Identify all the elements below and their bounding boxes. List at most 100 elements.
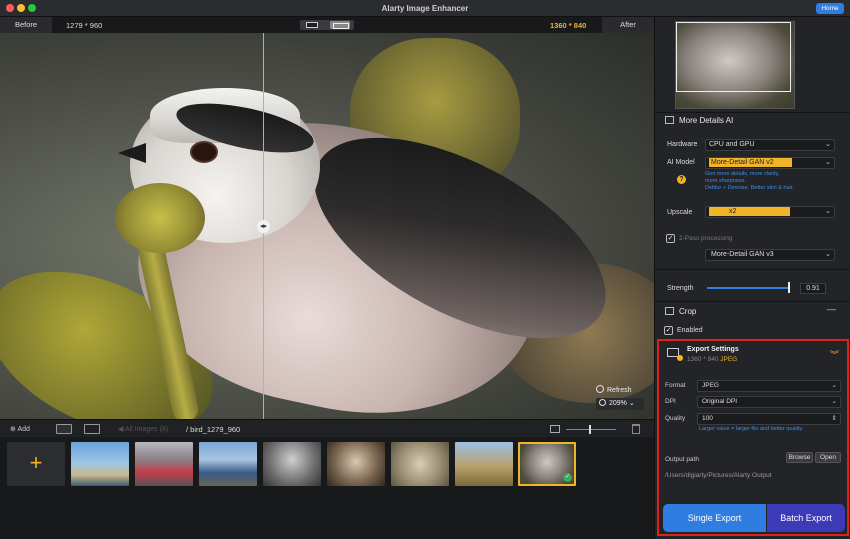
collapse-chevron-icon[interactable]: ︾ xyxy=(830,348,839,361)
single-view-icon[interactable] xyxy=(306,22,318,28)
open-button[interactable]: Open xyxy=(815,452,841,463)
output-path-label: Output path xyxy=(665,456,699,463)
two-pass-model-value: More-Detail GAN v3 xyxy=(711,251,774,258)
grid-view-icon[interactable] xyxy=(56,424,72,434)
quality-hint: Larger value = larger file and better qu… xyxy=(699,426,804,432)
title-bar: Alarty Image Enhancer Home xyxy=(0,0,850,17)
chevron-down-icon: ⌄ xyxy=(825,141,831,148)
chevron-down-icon: ⌄ xyxy=(825,159,831,166)
thumbnail-strip: + ✓ xyxy=(0,437,654,539)
image-canvas[interactable]: ◂▸ Refresh 209% ⌄ xyxy=(0,33,654,419)
collapse-crop-button[interactable]: — xyxy=(827,304,836,314)
thumbnail-bird[interactable]: ✓ xyxy=(518,442,576,486)
two-pass-checkbox[interactable]: ✓ xyxy=(666,234,675,243)
crop-enabled-checkbox[interactable]: ✓ xyxy=(664,326,673,335)
bottom-toolbar: ⊕ Add ◀ All Images (8) / bird_1279_960 xyxy=(0,419,654,437)
batch-export-button[interactable]: Batch Export xyxy=(767,504,845,532)
divider xyxy=(655,112,850,113)
upscale-select[interactable]: x2 ⌄ xyxy=(705,206,835,218)
ai-model-label: AI Model xyxy=(667,159,695,166)
add-image-button[interactable]: + xyxy=(7,442,65,486)
refresh-label: Refresh xyxy=(607,387,632,394)
quality-value: 100 xyxy=(702,415,713,422)
chevron-down-icon: ⌄ xyxy=(825,208,831,215)
export-format-badge: JPEG xyxy=(720,356,738,363)
thumbnail-vintage-portrait[interactable] xyxy=(327,442,385,486)
chevron-down-icon: ⌄ xyxy=(831,398,837,405)
settings-panel: More Details AI Hardware CPU and GPU ⌄ AI… xyxy=(654,17,850,539)
refresh-button[interactable]: Refresh xyxy=(596,385,632,396)
lichen-clump xyxy=(115,183,205,253)
dpi-label: DPI xyxy=(665,398,676,405)
strength-slider[interactable] xyxy=(707,287,789,289)
breadcrumb: / bird_1279_960 xyxy=(186,425,241,434)
hardware-label: Hardware xyxy=(667,141,698,148)
export-summary: 1360 * 840 JPEG xyxy=(687,356,737,363)
export-settings-section: Export Settings 1360 * 840 JPEG ︾ Format… xyxy=(657,339,849,536)
thumbnail-size-slider[interactable] xyxy=(566,429,616,430)
image-size-icon xyxy=(550,425,560,433)
compare-bar: Before 1279 * 960 1360 * 840 After xyxy=(0,17,654,33)
list-view-icon[interactable] xyxy=(84,424,100,434)
before-size: 1279 * 960 xyxy=(66,21,103,30)
all-images-label: All Images (8) xyxy=(124,426,169,433)
ai-model-icon xyxy=(665,116,674,124)
more-details-title: More Details AI xyxy=(665,116,733,125)
strength-label: Strength xyxy=(667,285,694,292)
hardware-value: CPU and GPU xyxy=(709,141,755,148)
plus-icon: ⊕ xyxy=(10,426,16,433)
navigator-preview[interactable] xyxy=(675,21,795,109)
refresh-icon xyxy=(596,385,604,393)
add-button[interactable]: ⊕ Add xyxy=(10,425,30,433)
thumbnail-woman-field[interactable] xyxy=(455,442,513,486)
thumbnail-beach-palm[interactable] xyxy=(71,442,129,486)
after-label: After xyxy=(602,17,654,33)
strength-slider-knob[interactable] xyxy=(788,282,790,293)
split-view-icon[interactable] xyxy=(330,21,350,29)
thumbnail-size-knob[interactable] xyxy=(589,425,591,434)
help-icon[interactable]: ? xyxy=(677,175,686,184)
thumbnail-cat[interactable] xyxy=(391,442,449,486)
format-value: JPEG xyxy=(702,382,719,389)
divider xyxy=(655,269,850,270)
thumbnail-woman-outdoor[interactable] xyxy=(263,442,321,486)
single-export-button[interactable]: Single Export xyxy=(663,504,766,532)
all-images-link[interactable]: ◀ All Images (8) xyxy=(118,425,168,433)
selected-check-icon: ✓ xyxy=(563,473,572,482)
quality-stepper[interactable]: 100 ⇕ xyxy=(697,413,841,425)
chevron-down-icon: ⌄ xyxy=(831,382,837,389)
home-button[interactable]: Home xyxy=(816,3,844,14)
ai-model-select[interactable]: More-Detail GAN v2 ⌄ xyxy=(705,157,835,169)
hardware-select[interactable]: CPU and GPU ⌄ xyxy=(705,139,835,151)
crop-enabled-label: Enabled xyxy=(677,327,703,334)
ai-model-hint-3: Deblur + Denoise. Better skin & hair. xyxy=(705,185,794,191)
zoom-value: 209% xyxy=(609,400,627,407)
thumbnail-street-people[interactable] xyxy=(135,442,193,486)
app-title: Alarty Image Enhancer xyxy=(381,4,469,13)
thumbnail-cars-road[interactable] xyxy=(199,442,257,486)
two-pass-model-select[interactable]: More-Detail GAN v3 ⌄ xyxy=(705,249,835,261)
two-pass-label: 2-Pass processing xyxy=(679,235,733,242)
zoom-icon xyxy=(599,399,606,406)
bird-beak xyxy=(118,143,146,163)
ai-model-value: More-Detail GAN v2 xyxy=(709,158,792,167)
browse-button[interactable]: Browse xyxy=(786,452,813,463)
navigator-viewport-frame[interactable] xyxy=(676,22,791,92)
stepper-arrows-icon[interactable]: ⇕ xyxy=(832,414,837,424)
upscale-label: Upscale xyxy=(667,209,693,216)
view-mode-toggle[interactable] xyxy=(300,20,354,30)
split-handle-icon[interactable]: ◂▸ xyxy=(257,220,270,233)
dpi-value: Original DPI xyxy=(702,398,738,405)
zoom-dropdown[interactable]: 209% ⌄ xyxy=(596,398,644,410)
trash-icon[interactable] xyxy=(632,424,640,434)
back-arrow-icon: ◀ xyxy=(118,426,124,433)
ai-model-hint-2: more sharpness. xyxy=(705,178,746,184)
format-select[interactable]: JPEG ⌄ xyxy=(697,380,841,392)
ai-model-hint-1: Gen more details, more clarity, xyxy=(705,171,780,177)
dpi-select[interactable]: Original DPI ⌄ xyxy=(697,396,841,408)
export-settings-title: Export Settings xyxy=(687,346,739,353)
after-size: 1360 * 840 xyxy=(550,21,587,30)
strength-value-field[interactable]: 0.91 xyxy=(800,283,826,294)
quality-label: Quality xyxy=(665,415,686,422)
chevron-down-icon: ⌄ xyxy=(825,251,831,258)
